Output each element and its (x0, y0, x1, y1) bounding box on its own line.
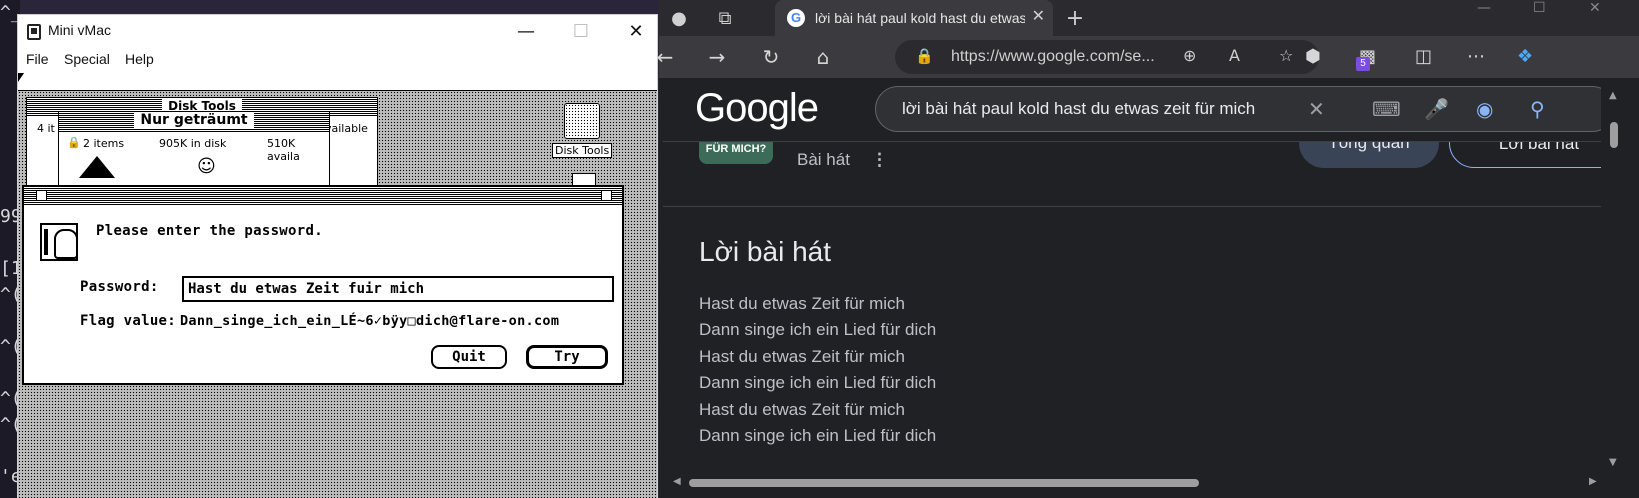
quit-button[interactable]: Quit (431, 345, 507, 369)
google-favicon-icon: G (787, 9, 805, 27)
disk-tools-items: 4 it (37, 122, 55, 135)
favorite-star-icon[interactable]: ☆ (1279, 46, 1293, 65)
section-divider (663, 206, 1601, 207)
menu-special[interactable]: Special (64, 51, 110, 67)
scroll-up-icon[interactable]: ▲ (1609, 90, 1617, 101)
address-bar[interactable]: 🔒 https://www.google.com/se... ⊕ A ☆ (895, 40, 1319, 74)
menu-help[interactable]: Help (125, 51, 154, 67)
minivmac-window: Mini vMac — ☐ ✕ File Special Help Disk T… (17, 14, 658, 498)
password-input[interactable]: Hast du etwas Zeit fuir mich (182, 276, 614, 302)
flag-label: Flag value: (80, 313, 177, 329)
finder-window-title: Nur geträumt (134, 112, 254, 128)
lock-icon[interactable]: 🔒 (915, 47, 934, 65)
password-label: Password: (80, 279, 159, 295)
profile-icon[interactable]: ● (659, 0, 699, 36)
disk-icon-label: Disk Tools (552, 143, 613, 158)
tab-title: lời bài hát paul kold hast du etwas zeit… (815, 10, 1025, 26)
menu-file[interactable]: File (26, 51, 49, 67)
forward-arrow-icon[interactable]: → (701, 42, 733, 72)
disk-tools-available: vailable (325, 122, 368, 135)
scroll-right-icon[interactable]: ▶ (1589, 476, 1597, 487)
home-icon[interactable]: ⌂ (807, 42, 839, 72)
collections-icon[interactable]: ⧉ (705, 0, 745, 36)
browser-window: ● ⧉ G lời bài hát paul kold hast du etwa… (657, 0, 1639, 498)
finder-items-count: 2 items (83, 137, 125, 150)
navigation-bar: ← → ↻ ⌂ 🔒 https://www.google.com/se... ⊕… (657, 36, 1639, 78)
finder-available: 510K availa (267, 137, 300, 163)
close-icon[interactable]: ✕ (1589, 0, 1601, 16)
finder-in-disk: 905K in disk (159, 137, 227, 150)
lyrics-line: Dann singe ich ein Lied für dich (699, 373, 937, 392)
minimize-icon[interactable]: — (503, 15, 549, 47)
window-title: Mini vMac (48, 22, 112, 38)
try-button[interactable]: Try (526, 345, 608, 369)
maximize-icon[interactable]: ☐ (1533, 0, 1546, 16)
tab-strip: ● ⧉ G lời bài hát paul kold hast du etwa… (659, 0, 1639, 36)
search-query[interactable]: lời bài hát paul kold hast du etwas zeit… (902, 99, 1255, 119)
clear-search-icon[interactable]: ✕ (1308, 97, 1325, 121)
zoom-icon[interactable]: ⊕ (1183, 46, 1196, 65)
password-dialog: Please enter the password. Password: Has… (22, 185, 624, 385)
browser-tab-active[interactable]: G lời bài hát paul kold hast du etwas ze… (775, 0, 1053, 36)
application-icon[interactable] (79, 156, 115, 178)
more-options-icon[interactable]: ⋮ (871, 150, 888, 170)
lyrics-line: Hast du etwas Zeit für mich (699, 347, 905, 366)
dialog-prompt: Please enter the password. (96, 223, 323, 239)
maximize-icon[interactable]: ☐ (558, 15, 604, 47)
lyrics-line: Hast du etwas Zeit für mich (699, 294, 905, 313)
google-header: Google lời bài hát paul kold hast du etw… (663, 78, 1601, 142)
song-kind-label: Bài hát (797, 150, 850, 169)
scroll-down-icon[interactable]: ▼ (1609, 457, 1617, 468)
minivmac-titlebar[interactable]: Mini vMac — ☐ ✕ (18, 15, 657, 47)
search-icon[interactable]: ⚲ (1530, 97, 1545, 121)
voice-search-icon[interactable]: 🎤 (1424, 97, 1449, 121)
lock-icon: 🔒 (67, 136, 81, 149)
note-icon (40, 223, 78, 261)
vertical-scrollbar[interactable]: ▲ ▼ (1607, 90, 1621, 468)
minimize-icon[interactable]: — (1477, 0, 1491, 16)
tab-close-icon[interactable]: ✕ (1032, 6, 1045, 25)
keyboard-icon[interactable]: ⌨ (1372, 97, 1401, 121)
copilot-icon[interactable]: ❖ (1517, 46, 1533, 67)
more-menu-icon[interactable]: ⋯ (1467, 46, 1485, 67)
extension-badge: 5 (1356, 57, 1370, 71)
back-arrow-icon[interactable]: ← (649, 42, 681, 72)
horizontal-scroll-thumb[interactable] (689, 479, 1199, 487)
minivmac-app-icon (27, 24, 41, 40)
scroll-left-icon[interactable]: ◀ (673, 476, 681, 487)
lyrics-heading: Lời bài hát (699, 236, 832, 267)
google-logo[interactable]: Google (695, 86, 819, 131)
refresh-icon[interactable]: ↻ (755, 42, 787, 72)
disk-icon[interactable] (564, 103, 600, 139)
desktop: ^_0x11 99 [1 ^( ^( ^( ^( 'e Mini vMac — … (0, 0, 1639, 498)
emulated-mac-screen: Disk Tools 4 it vailable Nur geträumt 🔒 … (18, 73, 657, 498)
google-results-page: ETWAS ZEIT FÜR MICH? Bài hát ⋮ Tổng quan… (663, 78, 1601, 476)
lens-search-icon[interactable]: ◉ (1476, 97, 1493, 121)
new-tab-icon[interactable]: + (1057, 0, 1093, 36)
mac-menubar (18, 73, 657, 91)
extension-icon[interactable]: ⬢ (1305, 46, 1321, 67)
flag-value: Dann_singe_ich_ein_LÉ~6✓bÿy□dich@flare-o… (180, 313, 560, 329)
split-screen-icon[interactable]: ◫ (1415, 46, 1432, 67)
url-text[interactable]: https://www.google.com/se... (951, 48, 1155, 66)
horizontal-scrollbar[interactable]: ◀ ▶ (659, 476, 1621, 490)
dialog-titlebar[interactable] (24, 187, 622, 205)
lyrics-line: Dann singe ich ein Lied für dich (699, 320, 937, 339)
minivmac-menubar: File Special Help (18, 47, 657, 73)
lyrics-line: Hast du etwas Zeit für mich (699, 400, 905, 419)
lyrics-line: Dann singe ich ein Lied für dich (699, 426, 937, 445)
read-aloud-icon[interactable]: A (1229, 46, 1240, 65)
dialog-zoom-box-icon[interactable] (601, 190, 612, 201)
google-search-box[interactable]: lời bài hát paul kold hast du etwas zeit… (875, 86, 1601, 132)
dialog-close-box-icon[interactable] (36, 190, 47, 201)
vertical-scroll-thumb[interactable] (1610, 122, 1618, 148)
stickman-icon[interactable]: ☺ (197, 156, 216, 177)
